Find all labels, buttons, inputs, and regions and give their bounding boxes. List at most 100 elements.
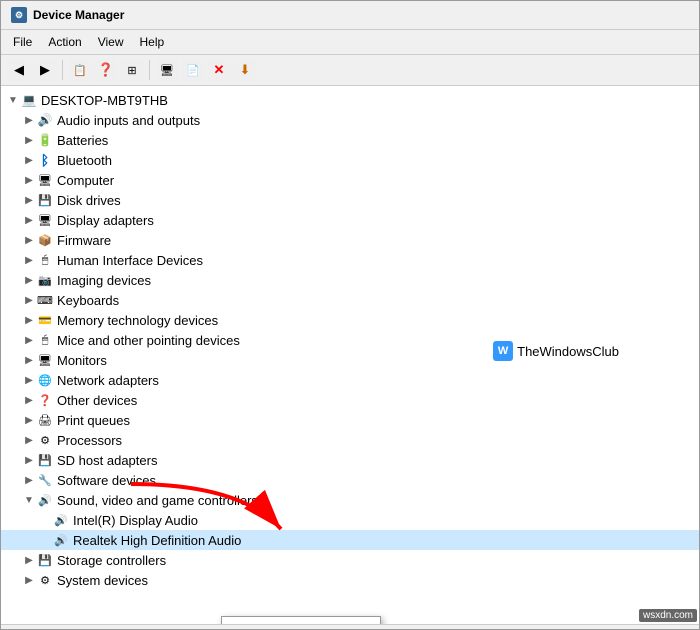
computer-icon: 💻 [21, 92, 37, 108]
tree-item-other[interactable]: ▶ ❓ Other devices [1, 390, 699, 410]
intel-audio-icon: 🔊 [53, 512, 69, 528]
print-label: Print queues [57, 413, 130, 428]
expand-root-icon: ▼ [5, 92, 21, 108]
expand-hid-icon: ▶ [21, 252, 37, 268]
tree-item-realtek[interactable]: 🔊 Realtek High Definition Audio [1, 530, 699, 550]
storage-icon: 💾 [37, 552, 53, 568]
toolbar-separator-1 [62, 60, 63, 80]
expand-sound-icon: ▼ [21, 492, 37, 508]
tree-item-sound[interactable]: ▼ 🔊 Sound, video and game controllers [1, 490, 699, 510]
tree-item-storage[interactable]: ▶ 💾 Storage controllers [1, 550, 699, 570]
title-bar-text: Device Manager [33, 8, 124, 22]
keyboards-icon: ⌨ [37, 292, 53, 308]
tree-item-monitors[interactable]: ▶ 🖥 Monitors [1, 350, 699, 370]
memory-icon: 💳 [37, 312, 53, 328]
expand-network-icon: ▶ [21, 372, 37, 388]
toolbar-remove-btn[interactable]: ✕ [207, 58, 231, 82]
toolbar-grid-btn[interactable]: ⊞ [120, 58, 144, 82]
expand-bluetooth-icon: ▶ [21, 152, 37, 168]
expand-computer-icon: ▶ [21, 172, 37, 188]
display-icon: 🖥 [37, 212, 53, 228]
tree-item-software[interactable]: ▶ 🔧 Software devices [1, 470, 699, 490]
system-icon: ⚙ [37, 572, 53, 588]
tree-view[interactable]: ▼ 💻 DESKTOP-MBT9THB ▶ 🔊 Audio inputs and… [1, 86, 699, 624]
tree-root[interactable]: ▼ 💻 DESKTOP-MBT9THB [1, 90, 699, 110]
tree-item-network[interactable]: ▶ 🌐 Network adapters [1, 370, 699, 390]
expand-memory-icon: ▶ [21, 312, 37, 328]
tree-item-computer[interactable]: ▶ 🖥 Computer [1, 170, 699, 190]
computer-label: Computer [57, 173, 114, 188]
tree-item-audio[interactable]: ▶ 🔊 Audio inputs and outputs [1, 110, 699, 130]
tree-item-print[interactable]: ▶ 🖨 Print queues [1, 410, 699, 430]
tree-item-hid[interactable]: ▶ 🖱 Human Interface Devices [1, 250, 699, 270]
tree-item-firmware[interactable]: ▶ 📦 Firmware [1, 230, 699, 250]
firmware-label: Firmware [57, 233, 111, 248]
audio-label: Audio inputs and outputs [57, 113, 200, 128]
realtek-icon: 🔊 [53, 532, 69, 548]
root-label: DESKTOP-MBT9THB [41, 93, 168, 108]
toolbar-properties-btn[interactable]: 📋 [68, 58, 92, 82]
toolbar-monitor-btn[interactable]: 🖥 [155, 58, 179, 82]
network-label: Network adapters [57, 373, 159, 388]
menu-action[interactable]: Action [40, 32, 89, 52]
toolbar-back-btn[interactable]: ◀ [7, 58, 31, 82]
imaging-icon: 📷 [37, 272, 53, 288]
expand-processors-icon: ▶ [21, 432, 37, 448]
context-menu-update-driver[interactable]: Update driver [222, 617, 380, 624]
toolbar-help-btn[interactable]: ❓ [94, 58, 118, 82]
tree-item-mice[interactable]: ▶ 🖱 Mice and other pointing devices [1, 330, 699, 350]
expand-mice-icon: ▶ [21, 332, 37, 348]
tree-item-display[interactable]: ▶ 🖥 Display adapters [1, 210, 699, 230]
tree-item-imaging[interactable]: ▶ 📷 Imaging devices [1, 270, 699, 290]
memory-label: Memory technology devices [57, 313, 218, 328]
expand-realtek-icon [37, 532, 53, 548]
expand-imaging-icon: ▶ [21, 272, 37, 288]
audio-icon: 🔊 [37, 112, 53, 128]
hid-icon: 🖱 [37, 252, 53, 268]
title-bar: ⚙ Device Manager [1, 1, 699, 30]
expand-software-icon: ▶ [21, 472, 37, 488]
batteries-label: Batteries [57, 133, 108, 148]
menu-help[interactable]: Help [132, 32, 173, 52]
expand-other-icon: ▶ [21, 392, 37, 408]
wsxdn-badge: wsxdn.com [639, 609, 697, 622]
batteries-icon: 🔋 [37, 132, 53, 148]
tree-item-sd[interactable]: ▶ 💾 SD host adapters [1, 450, 699, 470]
menu-view[interactable]: View [90, 32, 132, 52]
sd-icon: 💾 [37, 452, 53, 468]
display-label: Display adapters [57, 213, 154, 228]
device-manager-window: ⚙ Device Manager File Action View Help ◀… [0, 0, 700, 630]
tree-item-system[interactable]: ▶ ⚙ System devices [1, 570, 699, 590]
tree-item-keyboards[interactable]: ▶ ⌨ Keyboards [1, 290, 699, 310]
mice-label: Mice and other pointing devices [57, 333, 240, 348]
firmware-icon: 📦 [37, 232, 53, 248]
menu-file[interactable]: File [5, 32, 40, 52]
expand-sd-icon: ▶ [21, 452, 37, 468]
other-icon: ❓ [37, 392, 53, 408]
tree-item-memory[interactable]: ▶ 💳 Memory technology devices [1, 310, 699, 330]
toolbar: ◀ ▶ 📋 ❓ ⊞ 🖥 📄 ✕ ⬇ [1, 55, 699, 86]
tree-item-bluetooth[interactable]: ▶ ᛒ Bluetooth [1, 150, 699, 170]
processors-label: Processors [57, 433, 122, 448]
main-content: ▼ 💻 DESKTOP-MBT9THB ▶ 🔊 Audio inputs and… [1, 86, 699, 624]
bluetooth-label: Bluetooth [57, 153, 112, 168]
network-icon: 🌐 [37, 372, 53, 388]
expand-print-icon: ▶ [21, 412, 37, 428]
tree-item-batteries[interactable]: ▶ 🔋 Batteries [1, 130, 699, 150]
tree-item-disk[interactable]: ▶ 💾 Disk drives [1, 190, 699, 210]
storage-label: Storage controllers [57, 553, 166, 568]
imaging-label: Imaging devices [57, 273, 151, 288]
other-label: Other devices [57, 393, 137, 408]
tree-item-processors[interactable]: ▶ ⚙ Processors [1, 430, 699, 450]
realtek-label: Realtek High Definition Audio [73, 533, 241, 548]
expand-firmware-icon: ▶ [21, 232, 37, 248]
expand-keyboards-icon: ▶ [21, 292, 37, 308]
expand-disk-icon: ▶ [21, 192, 37, 208]
tree-item-intel-audio[interactable]: 🔊 Intel(R) Display Audio [1, 510, 699, 530]
software-icon: 🔧 [37, 472, 53, 488]
toolbar-scan-btn[interactable]: 📄 [181, 58, 205, 82]
expand-audio-icon: ▶ [21, 112, 37, 128]
toolbar-down-btn[interactable]: ⬇ [233, 58, 257, 82]
hid-label: Human Interface Devices [57, 253, 203, 268]
toolbar-forward-btn[interactable]: ▶ [33, 58, 57, 82]
